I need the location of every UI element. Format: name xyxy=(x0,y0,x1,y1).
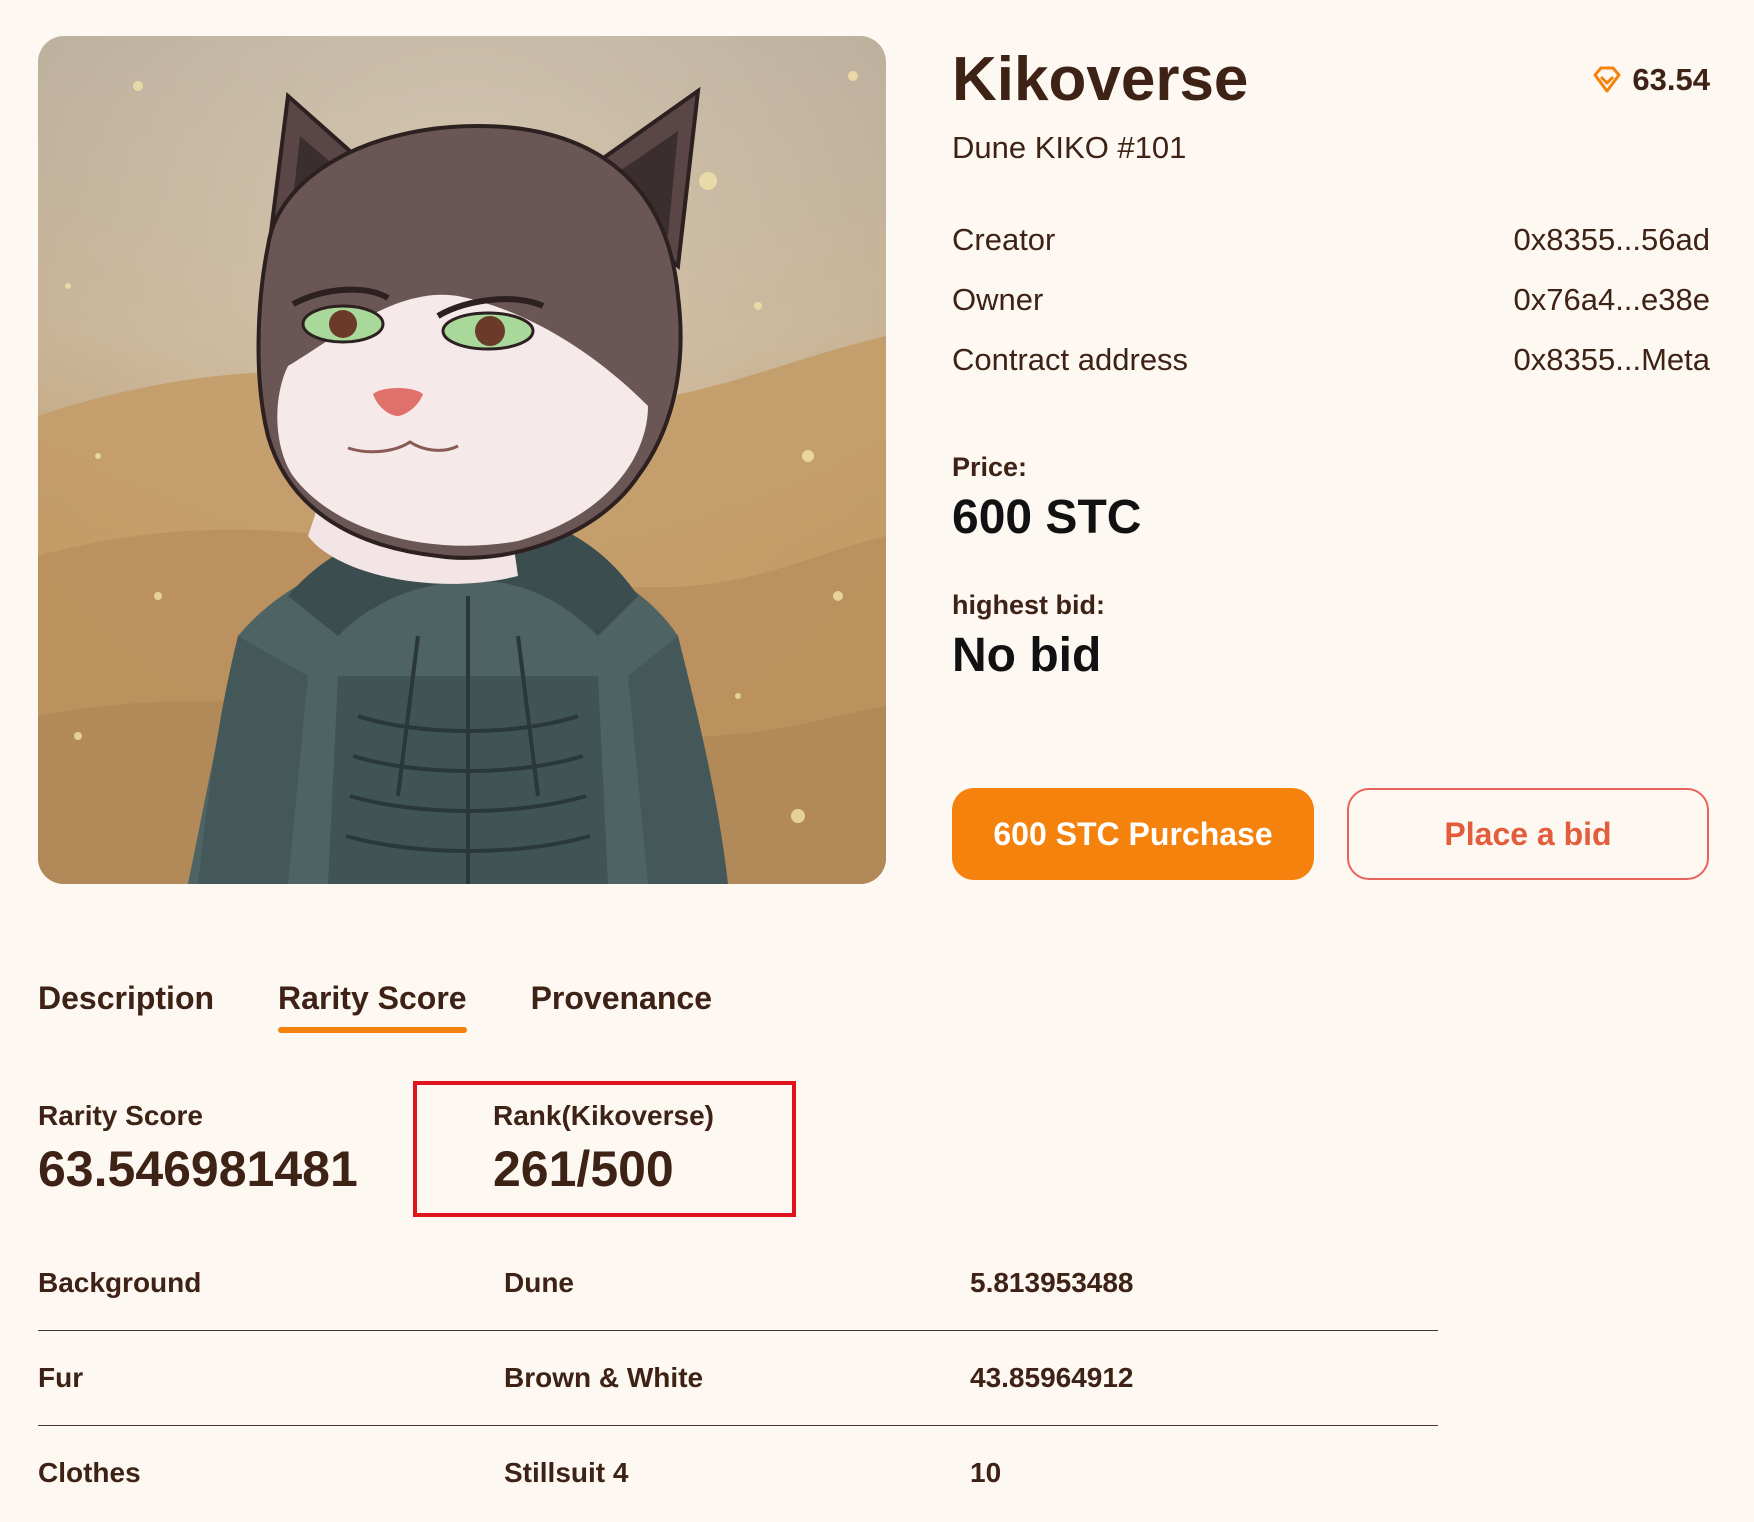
trait-type: Clothes xyxy=(38,1457,141,1488)
creator-label: Creator xyxy=(952,222,1056,257)
score-badge: 63.54 xyxy=(1592,62,1710,98)
trait-value: Dune xyxy=(504,1267,574,1298)
rank-label: Rank(Kikoverse) xyxy=(493,1100,714,1131)
rarity-score-value: 63.546981481 xyxy=(38,1141,358,1197)
highest-bid-value: No bid xyxy=(952,629,1102,682)
creator-address[interactable]: 0x8355...56ad xyxy=(1513,222,1710,258)
place-bid-button[interactable]: Place a bid xyxy=(1347,788,1709,880)
tab-description[interactable]: Description xyxy=(38,980,214,1033)
purchase-button[interactable]: 600 STC Purchase xyxy=(952,788,1314,880)
rarity-score-label: Rarity Score xyxy=(38,1100,203,1131)
gem-icon xyxy=(1592,66,1622,94)
creator-row: Creator 0x8355...56ad xyxy=(952,222,1710,258)
price-value: 600 STC xyxy=(952,491,1142,544)
trait-row: Background Dune 5.813953488 xyxy=(38,1236,1438,1331)
trait-row: Fur Brown & White 43.85964912 xyxy=(38,1331,1438,1426)
trait-value: Brown & White xyxy=(504,1362,704,1393)
price-label: Price: xyxy=(952,452,1028,482)
trait-value: Stillsuit 4 xyxy=(504,1457,629,1488)
tab-rarity-score[interactable]: Rarity Score xyxy=(278,980,467,1033)
trait-score: 43.85964912 xyxy=(970,1362,1134,1393)
nft-detail-page: Kikoverse 63.54 Dune KIKO #101 Creator 0… xyxy=(0,0,1754,1522)
collection-title: Kikoverse xyxy=(952,45,1249,114)
owner-address[interactable]: 0x76a4...e38e xyxy=(1513,282,1710,318)
trait-score: 10 xyxy=(970,1457,1002,1488)
trait-type: Background xyxy=(38,1267,202,1298)
contract-label: Contract address xyxy=(952,342,1189,377)
score-value: 63.54 xyxy=(1632,62,1710,97)
trait-type: Fur xyxy=(38,1362,84,1393)
tab-provenance[interactable]: Provenance xyxy=(531,980,712,1033)
trait-row: Clothes Stillsuit 4 10 xyxy=(38,1426,1438,1520)
cat-artwork xyxy=(38,36,886,884)
trait-score: 5.813953488 xyxy=(970,1267,1134,1298)
contract-address[interactable]: 0x8355...Meta xyxy=(1514,342,1710,378)
traits-table: Background Dune 5.813953488 Fur Brown & … xyxy=(38,1236,1438,1520)
owner-row: Owner 0x76a4...e38e xyxy=(952,282,1710,318)
detail-tabs: Description Rarity Score Provenance xyxy=(38,980,712,1033)
rank-value: 261/500 xyxy=(493,1141,674,1197)
nft-image xyxy=(38,36,886,884)
owner-label: Owner xyxy=(952,282,1044,317)
contract-row: Contract address 0x8355...Meta xyxy=(952,342,1710,378)
highest-bid-label: highest bid: xyxy=(952,590,1105,620)
token-name: Dune KIKO #101 xyxy=(952,130,1187,165)
